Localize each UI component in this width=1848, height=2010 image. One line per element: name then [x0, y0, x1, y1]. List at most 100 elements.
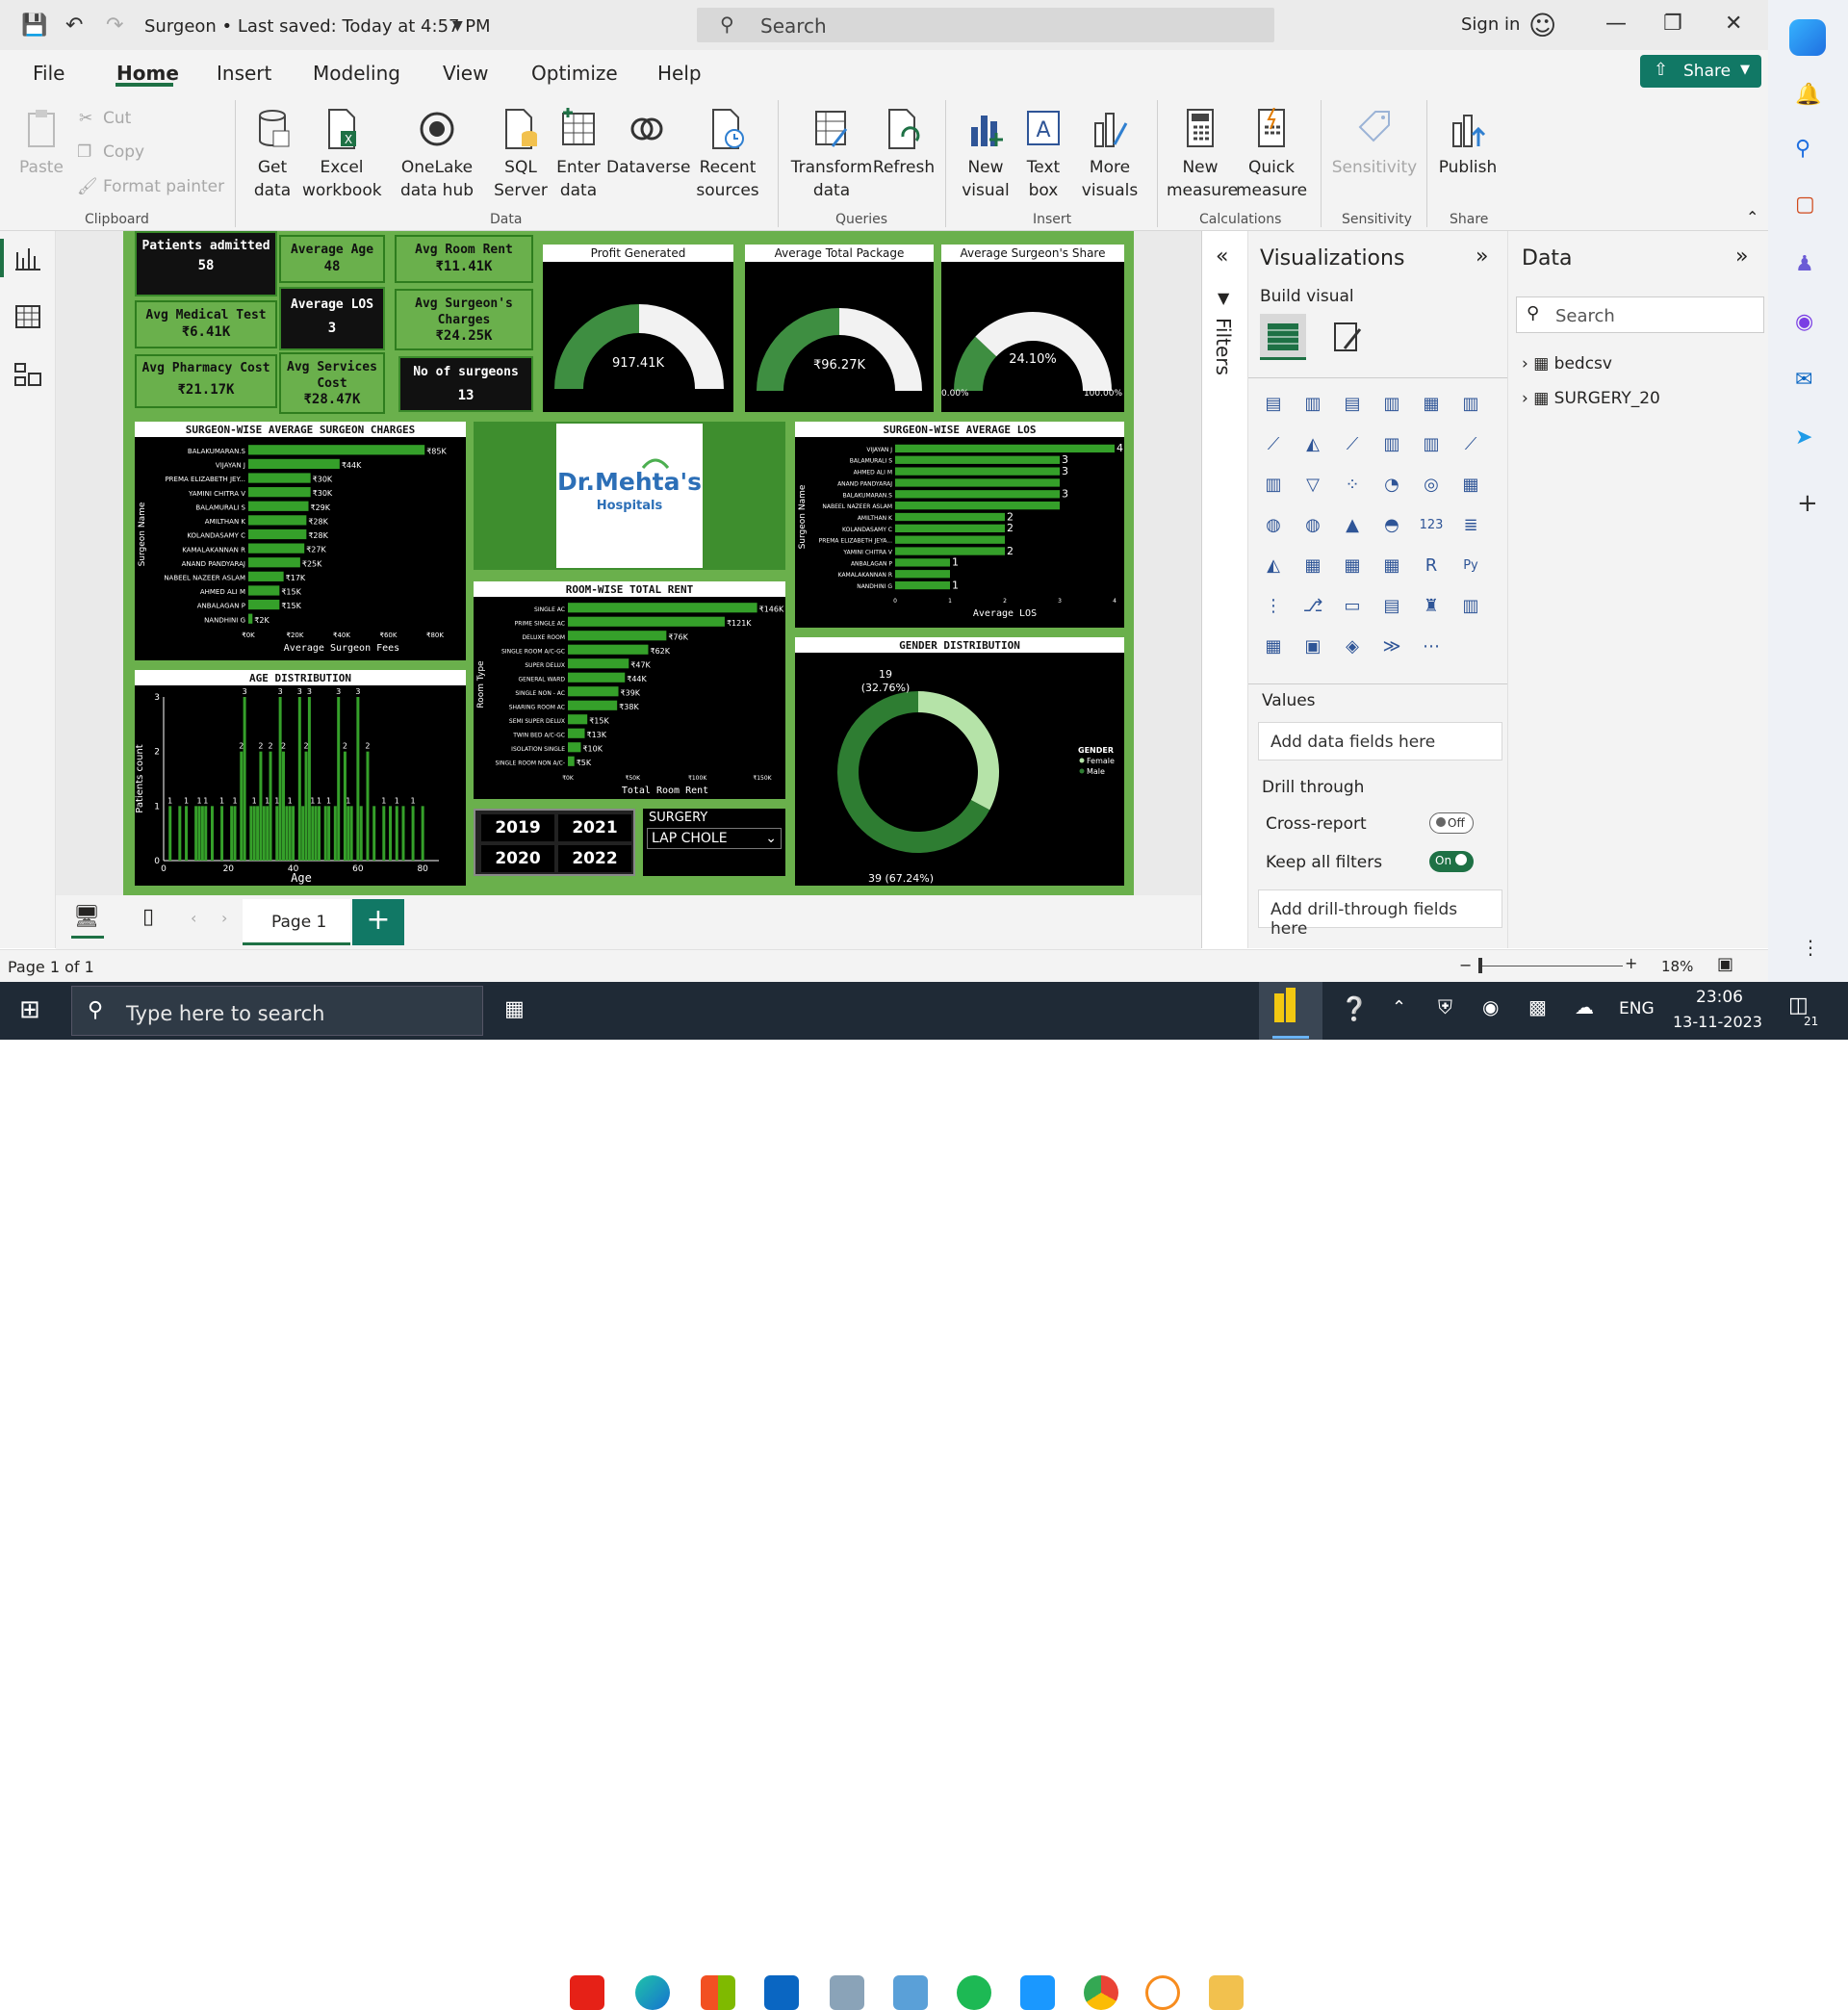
desktop-layout-icon[interactable]: 🖥	[73, 905, 100, 929]
enter-data-button[interactable]: Enter data	[551, 108, 606, 202]
toolbox-icon[interactable]: ▢	[1795, 193, 1815, 217]
prev-page-icon[interactable]: ‹	[191, 909, 196, 927]
send-icon[interactable]: ➤	[1795, 425, 1812, 450]
year-slicer[interactable]: 2019 2021 2020 2022	[474, 809, 635, 876]
qa-icon[interactable]: ▭	[1339, 593, 1366, 620]
line-chart-icon[interactable]: ⟋	[1260, 431, 1287, 458]
chrome-icon[interactable]	[1084, 1975, 1118, 2010]
chart-room-wise-rent[interactable]: ROOM-WISE TOTAL RENT SINGLE AC ₹146K PRIME …	[474, 581, 785, 799]
windows-start-icon[interactable]: ⊞	[19, 995, 40, 1024]
kpi-no-of-surgeons[interactable]: No of surgeons 13	[398, 356, 533, 412]
chart-surgeon-los[interactable]: SURGEON-WISE AVERAGE LOS VIJAYAN J 4 BALAMU…	[795, 422, 1124, 628]
spotify-icon[interactable]	[957, 1975, 991, 2010]
kpi-patients-admitted[interactable]: Patients admitted 58	[135, 231, 277, 296]
paste-button[interactable]: Paste	[17, 108, 65, 179]
ribbon-chart-icon[interactable]: ⟋	[1457, 431, 1484, 458]
line-clustered-icon[interactable]: ▥	[1418, 431, 1445, 458]
surgery-dropdown[interactable]: LAP CHOLE ⌄	[647, 828, 782, 849]
file-explorer-icon[interactable]	[1209, 1975, 1244, 2010]
share-button[interactable]: ⇧ Share ▼	[1640, 55, 1761, 88]
values-drop-zone[interactable]: Add data fields here	[1258, 722, 1502, 760]
card-icon[interactable]: 123	[1418, 512, 1445, 539]
r-visual-icon[interactable]: R	[1418, 553, 1445, 580]
gauge-average-surgeon-share[interactable]: Average Surgeon's Share 24.10% 0.00% 100…	[941, 245, 1124, 412]
collapse-icon[interactable]: »	[1735, 245, 1748, 269]
menu-insert[interactable]: Insert	[217, 62, 271, 85]
year-2019[interactable]: 2019	[481, 814, 554, 841]
search-icon[interactable]: ⚲	[1795, 137, 1810, 161]
zoom-slider-thumb[interactable]	[1478, 958, 1482, 973]
paginated-report-icon[interactable]: ▥	[1457, 593, 1484, 620]
kpi-avg-surgeon-charges[interactable]: Avg Surgeon's Charges ₹24.25K	[395, 289, 533, 350]
gauge-icon[interactable]: ◓	[1378, 512, 1405, 539]
new-measure-button[interactable]: New measure	[1167, 108, 1238, 202]
surgery-slicer[interactable]: SURGERY LAP CHOLE ⌄	[643, 809, 785, 876]
sensitivity-button[interactable]: Sensitivity	[1328, 108, 1421, 179]
shield-icon[interactable]: ⛨	[1438, 995, 1452, 1018]
kpi-avg-medical-test[interactable]: Avg Medical Test ₹6.41K	[135, 300, 277, 348]
stacked-bar-icon[interactable]: ▤	[1260, 391, 1287, 418]
undo-icon[interactable]: ↶	[65, 13, 83, 38]
youtube-icon[interactable]	[570, 1975, 604, 2010]
map-icon[interactable]: ◍	[1260, 512, 1287, 539]
more-icon[interactable]: ⋮	[1801, 936, 1820, 959]
zoom-in-icon[interactable]: +	[1625, 954, 1637, 972]
next-page-icon[interactable]: ›	[221, 909, 227, 927]
more-visuals-icon[interactable]: ⋯	[1418, 633, 1445, 660]
close-icon[interactable]: ✕	[1725, 12, 1742, 36]
task-view-icon[interactable]: ▦	[504, 997, 525, 1021]
keep-all-filters-toggle[interactable]: On	[1429, 851, 1474, 872]
collapse-ribbon-icon[interactable]: ⌃	[1746, 208, 1758, 226]
menu-modeling[interactable]: Modeling	[313, 62, 400, 85]
kpi-icon[interactable]: ◭	[1260, 553, 1287, 580]
table-icon[interactable]: ▦	[1339, 553, 1366, 580]
quick-measure-button[interactable]: Quick measure	[1236, 108, 1307, 202]
powerbi-taskbar-item[interactable]	[1259, 982, 1322, 1040]
kpi-average-los[interactable]: Average LOS 3	[279, 287, 385, 350]
year-2022[interactable]: 2022	[558, 845, 631, 872]
chart-gender-distribution[interactable]: GENDER DISTRIBUTION 19 (32.76%) 39 (67.24%)…	[795, 637, 1124, 886]
stacked-column-icon[interactable]: ▥	[1299, 391, 1326, 418]
funnel-icon[interactable]: ▽	[1299, 472, 1326, 499]
table-view-icon[interactable]	[13, 302, 42, 331]
account-icon[interactable]: ☺	[1528, 10, 1556, 41]
kpi-avg-services-cost[interactable]: Avg Services Cost ₹28.47K	[279, 352, 385, 414]
cross-report-toggle[interactable]: Off	[1429, 812, 1474, 834]
matrix-icon[interactable]: ▦	[1378, 553, 1405, 580]
bell-icon[interactable]: 🔔	[1795, 83, 1821, 107]
waterfall-icon[interactable]: ▥	[1260, 472, 1287, 499]
publish-button[interactable]: Publish	[1434, 108, 1502, 179]
azure-map-icon[interactable]: ▲	[1339, 512, 1366, 539]
menu-home[interactable]: Home	[116, 62, 179, 85]
menu-optimize[interactable]: Optimize	[531, 62, 618, 85]
kpi-avg-room-rent[interactable]: Avg Room Rent ₹11.41K	[395, 235, 533, 283]
sql-server-button[interactable]: SQL Server	[493, 108, 549, 202]
format-visual-tab[interactable]	[1325, 314, 1372, 360]
kpi-average-age[interactable]: Average Age 48	[279, 235, 385, 283]
clustered-column-icon[interactable]: ▥	[1378, 391, 1405, 418]
power-apps-icon[interactable]: ▣	[1299, 633, 1326, 660]
chevron-down-icon[interactable]: ▼	[452, 18, 463, 34]
collapse-icon[interactable]: »	[1476, 245, 1488, 269]
key-influencers-icon[interactable]: ⋮	[1260, 593, 1287, 620]
scatter-icon[interactable]: ⁘	[1339, 472, 1366, 499]
power-automate-icon[interactable]: ◈	[1339, 633, 1366, 660]
clock-date[interactable]: 13-11-2023	[1673, 1013, 1762, 1031]
narrative-icon[interactable]: ▤	[1378, 593, 1405, 620]
app-icon[interactable]	[1145, 1975, 1180, 2010]
format-painter-button[interactable]: Format painter	[103, 177, 224, 196]
menu-view[interactable]: View	[443, 62, 488, 85]
redo-icon[interactable]: ↷	[106, 13, 123, 38]
menu-file[interactable]: File	[33, 62, 64, 85]
menu-help[interactable]: Help	[657, 62, 702, 85]
kpi-avg-pharmacy-cost[interactable]: Avg Pharmacy Cost ₹21.17K	[135, 354, 277, 408]
decomposition-tree-icon[interactable]: ⎇	[1299, 593, 1326, 620]
year-2020[interactable]: 2020	[481, 845, 554, 872]
restore-icon[interactable]: ❐	[1663, 12, 1682, 36]
tab-page-1[interactable]: Page 1	[243, 899, 350, 945]
sign-in-link[interactable]: Sign in	[1461, 14, 1520, 35]
app-tray-icon[interactable]: ◉	[1482, 995, 1499, 1018]
add-page-button[interactable]: +	[352, 899, 404, 945]
data-search-input[interactable]: ⚲ Search	[1516, 296, 1764, 333]
language-indicator[interactable]: ENG	[1619, 999, 1655, 1018]
